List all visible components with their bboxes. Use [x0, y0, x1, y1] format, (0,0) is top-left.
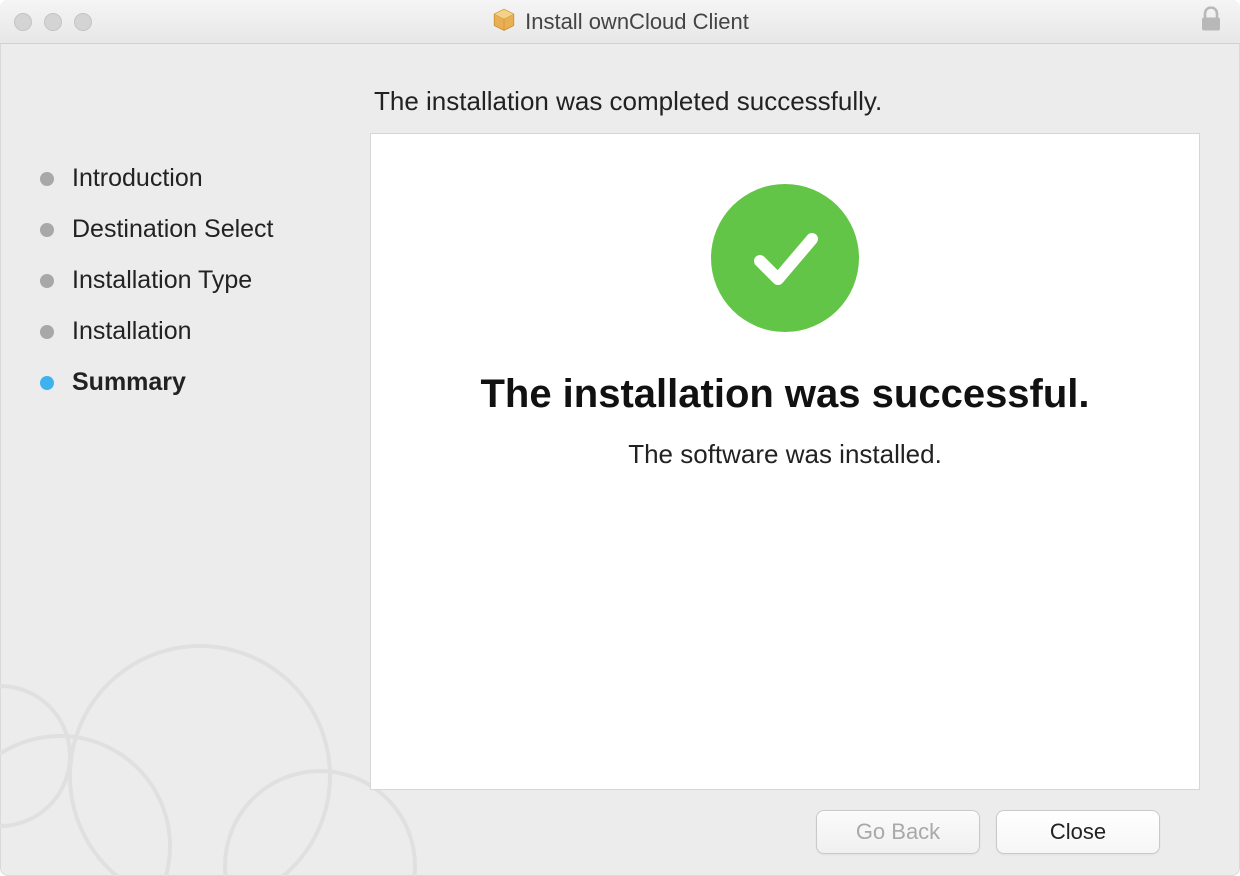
- button-row: Go Back Close: [370, 810, 1200, 876]
- step-label: Installation: [72, 317, 192, 346]
- bullet-icon: [40, 172, 54, 186]
- lock-icon[interactable]: [1200, 6, 1222, 37]
- bullet-icon: [40, 376, 54, 390]
- step-label: Installation Type: [72, 266, 252, 295]
- installer-window: Install ownCloud Client Introduction: [0, 0, 1240, 876]
- close-button[interactable]: Close: [996, 810, 1160, 854]
- window-controls: [14, 13, 92, 31]
- step-introduction: Introduction: [40, 164, 350, 193]
- step-installation-type: Installation Type: [40, 266, 350, 295]
- step-destination-select: Destination Select: [40, 215, 350, 244]
- go-back-button[interactable]: Go Back: [816, 810, 980, 854]
- zoom-window-button[interactable]: [74, 13, 92, 31]
- package-icon: [491, 6, 517, 37]
- summary-panel: The installation was successful. The sof…: [370, 133, 1200, 790]
- window-title: Install ownCloud Client: [525, 9, 749, 35]
- step-installation: Installation: [40, 317, 350, 346]
- bullet-icon: [40, 223, 54, 237]
- bullet-icon: [40, 274, 54, 288]
- close-window-button[interactable]: [14, 13, 32, 31]
- main-heading: The installation was completed successfu…: [374, 86, 1200, 117]
- step-summary: Summary: [40, 368, 350, 397]
- panel-subtitle: The software was installed.: [628, 439, 942, 470]
- titlebar: Install ownCloud Client: [0, 0, 1240, 44]
- steps-sidebar: Introduction Destination Select Installa…: [0, 44, 370, 876]
- step-label: Introduction: [72, 164, 203, 193]
- step-label: Summary: [72, 368, 186, 397]
- bullet-icon: [40, 325, 54, 339]
- content-area: Introduction Destination Select Installa…: [0, 44, 1240, 876]
- main-panel: The installation was completed successfu…: [370, 44, 1240, 876]
- step-label: Destination Select: [72, 215, 274, 244]
- panel-title: The installation was successful.: [480, 372, 1089, 417]
- minimize-window-button[interactable]: [44, 13, 62, 31]
- success-checkmark-icon: [711, 184, 859, 332]
- title-wrap: Install ownCloud Client: [491, 6, 749, 37]
